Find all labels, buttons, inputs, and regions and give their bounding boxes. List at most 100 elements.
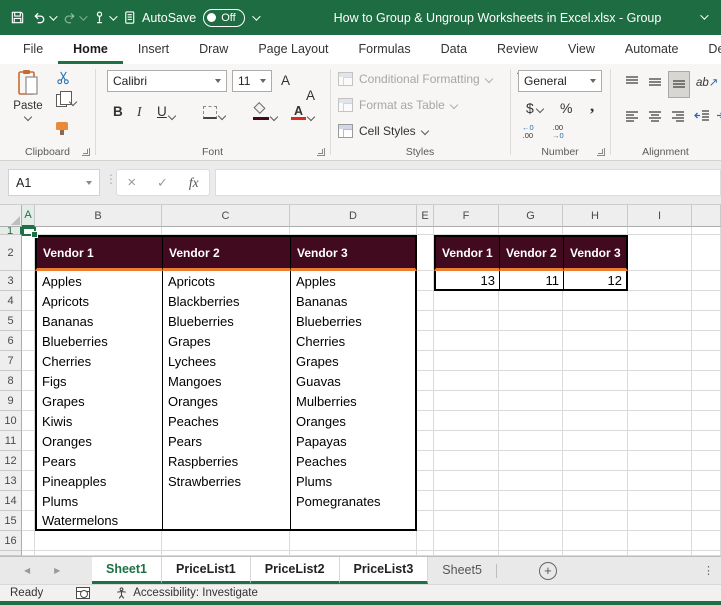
cell-B10[interactable]: Kiwis xyxy=(35,411,162,431)
cell-C2[interactable]: Vendor 2 xyxy=(162,235,290,271)
cell-G4[interactable] xyxy=(499,291,563,311)
cell-B2[interactable]: Vendor 1 xyxy=(35,235,162,271)
cell-I3[interactable] xyxy=(628,271,692,291)
cell-G16[interactable] xyxy=(499,531,563,551)
cell-E12[interactable] xyxy=(417,451,434,471)
cell-x7[interactable] xyxy=(692,351,721,371)
cell-H10[interactable] xyxy=(563,411,628,431)
cell-E1[interactable] xyxy=(417,227,434,235)
sheet-tab-pricelist3[interactable]: PriceList3 xyxy=(339,557,429,584)
cell-C3[interactable]: Apricots xyxy=(162,271,290,291)
column-header-H[interactable]: H xyxy=(563,205,628,227)
cell-x8[interactable] xyxy=(692,371,721,391)
cell-C5[interactable]: Blueberries xyxy=(162,311,290,331)
cell-I10[interactable] xyxy=(628,411,692,431)
new-sheet-button[interactable]: + xyxy=(538,561,557,580)
column-header-I[interactable]: I xyxy=(628,205,692,227)
sheet-tab-sheet1[interactable]: Sheet1 xyxy=(92,557,162,584)
chevron-down-icon[interactable] xyxy=(251,11,261,21)
cell-E2[interactable] xyxy=(417,235,434,271)
increase-indent-button[interactable] xyxy=(716,108,721,129)
cell-E10[interactable] xyxy=(417,411,434,431)
cell-C9[interactable]: Oranges xyxy=(162,391,290,411)
cell-A9[interactable] xyxy=(22,391,35,411)
cell-G14[interactable] xyxy=(499,491,563,511)
chevron-down-icon[interactable] xyxy=(217,111,227,121)
cell-C6[interactable]: Grapes xyxy=(162,331,290,351)
cell-E8[interactable] xyxy=(417,371,434,391)
cell-F1[interactable] xyxy=(434,227,499,235)
cell-G12[interactable] xyxy=(499,451,563,471)
cell-F10[interactable] xyxy=(434,411,499,431)
cell-E11[interactable] xyxy=(417,431,434,451)
sheet-tab-sheet5[interactable]: Sheet5 xyxy=(428,557,496,584)
cell-x16[interactable] xyxy=(692,531,721,551)
cell-A6[interactable] xyxy=(22,331,35,351)
bottom-align-button[interactable] xyxy=(668,71,690,98)
chevron-down-icon[interactable] xyxy=(167,111,176,121)
autosave-toggle[interactable]: Off xyxy=(203,8,245,27)
comma-format-button[interactable]: , xyxy=(590,96,594,116)
cell-C7[interactable]: Lychees xyxy=(162,351,290,371)
cell-B9[interactable]: Grapes xyxy=(35,391,162,411)
bold-button[interactable]: B xyxy=(113,104,123,119)
cell-x11[interactable] xyxy=(692,431,721,451)
cell-F12[interactable] xyxy=(434,451,499,471)
font-name-combo[interactable]: Calibri xyxy=(107,70,227,92)
cell-B14[interactable]: Plums xyxy=(35,491,162,511)
cell-B6[interactable]: Blueberries xyxy=(35,331,162,351)
cell-F16[interactable] xyxy=(434,531,499,551)
currency-format-button[interactable]: $ xyxy=(526,100,545,116)
cell-x10[interactable] xyxy=(692,411,721,431)
cell-H7[interactable] xyxy=(563,351,628,371)
row-header-11[interactable]: 11 xyxy=(0,431,22,451)
column-header-F[interactable]: F xyxy=(434,205,499,227)
cell-x5[interactable] xyxy=(692,311,721,331)
chevron-down-icon[interactable] xyxy=(269,112,279,122)
cell-F9[interactable] xyxy=(434,391,499,411)
cell-E5[interactable] xyxy=(417,311,434,331)
column-header-G[interactable]: G xyxy=(499,205,563,227)
column-header-E[interactable]: E xyxy=(417,205,434,227)
cell-C11[interactable]: Pears xyxy=(162,431,290,451)
align-left-button[interactable] xyxy=(624,108,640,129)
cell-A15[interactable] xyxy=(22,511,35,531)
cell-I12[interactable] xyxy=(628,451,692,471)
print-preview-icon[interactable] xyxy=(122,10,137,25)
cell-H14[interactable] xyxy=(563,491,628,511)
cell-H4[interactable] xyxy=(563,291,628,311)
chevron-down-icon[interactable] xyxy=(306,112,316,122)
cell-x4[interactable] xyxy=(692,291,721,311)
cell-I13[interactable] xyxy=(628,471,692,491)
cell-I7[interactable] xyxy=(628,351,692,371)
row-header-1[interactable]: 1 xyxy=(0,227,22,235)
cell-F15[interactable] xyxy=(434,511,499,531)
cell-D15[interactable] xyxy=(290,511,417,531)
cell-A2[interactable] xyxy=(22,235,35,271)
insert-function-button[interactable]: fx xyxy=(189,175,199,191)
active-cell-selection-A1[interactable] xyxy=(22,227,38,238)
row-header-13[interactable]: 13 xyxy=(0,471,22,491)
cell-G13[interactable] xyxy=(499,471,563,491)
ribbon-tab-automate[interactable]: Automate xyxy=(610,35,694,64)
row-header-12[interactable]: 12 xyxy=(0,451,22,471)
cell-G7[interactable] xyxy=(499,351,563,371)
cell-B15[interactable]: Watermelons xyxy=(35,511,162,531)
cell-A11[interactable] xyxy=(22,431,35,451)
sheet-tab-pricelist1[interactable]: PriceList1 xyxy=(162,557,251,584)
cell-D11[interactable]: Papayas xyxy=(290,431,417,451)
cell-E6[interactable] xyxy=(417,331,434,351)
font-size-combo[interactable]: 11 xyxy=(232,70,272,92)
cell-x13[interactable] xyxy=(692,471,721,491)
chevron-down-icon[interactable] xyxy=(49,11,58,21)
cell-C1[interactable] xyxy=(162,227,290,235)
cell-E15[interactable] xyxy=(417,511,434,531)
cell-D8[interactable]: Guavas xyxy=(290,371,417,391)
cell-G5[interactable] xyxy=(499,311,563,331)
ribbon-tab-de[interactable]: De xyxy=(693,35,721,64)
column-header-B[interactable]: B xyxy=(35,205,162,227)
cell-A4[interactable] xyxy=(22,291,35,311)
percent-format-button[interactable]: % xyxy=(560,100,572,116)
cell-C12[interactable]: Raspberries xyxy=(162,451,290,471)
column-header-A[interactable]: A xyxy=(22,205,35,227)
